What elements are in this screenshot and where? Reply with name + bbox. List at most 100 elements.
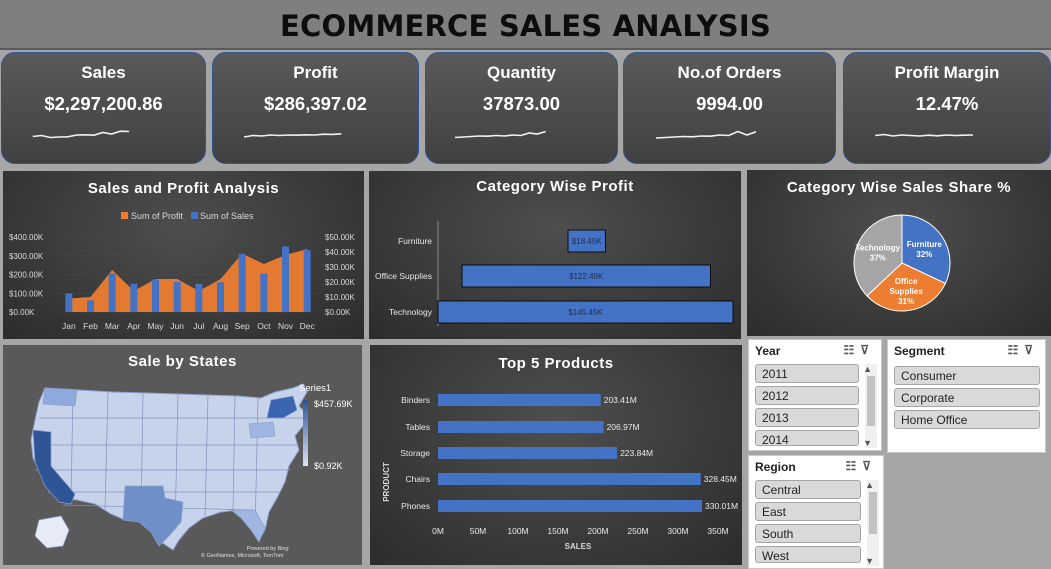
slicer-item-corporate[interactable]: Corporate xyxy=(894,388,1040,407)
slicer-item-south[interactable]: South xyxy=(755,524,861,543)
slicer-item-west[interactable]: West xyxy=(755,546,861,563)
slicer-item-east[interactable]: East xyxy=(755,502,861,521)
category-tick-label: Office Supplies xyxy=(375,271,432,281)
segment-slicer[interactable]: Segment ☷⊽ Consumer Corporate Home Offic… xyxy=(887,339,1046,453)
y-right-tick-label: $20.00K xyxy=(325,278,355,287)
kpi-sparkline xyxy=(243,133,342,138)
sales-bar[interactable] xyxy=(65,293,73,312)
sales-bar[interactable] xyxy=(238,253,246,312)
product-bar[interactable] xyxy=(438,447,618,459)
product-bar[interactable] xyxy=(438,394,601,406)
y-right-tick-label: $50.00K xyxy=(325,233,355,242)
slicer-header: Region ☷⊽ xyxy=(749,456,883,478)
top-products-chart: 203.41M Binders 206.97M Tables 223.84M Storag… xyxy=(382,394,738,551)
region-slicer-scrollbar[interactable]: ▲ ▼ xyxy=(865,480,879,566)
multi-select-icon[interactable]: ☷ xyxy=(1007,343,1024,357)
region-slicer[interactable]: Region ☷⊽ Central East South West ▲ ▼ xyxy=(748,455,884,569)
x-tick-label: Dec xyxy=(300,321,316,331)
x-tick-label: Sep xyxy=(235,321,250,331)
scrollbar-thumb[interactable] xyxy=(869,492,877,534)
slicer-item-2012[interactable]: 2012 xyxy=(755,386,859,405)
scroll-up-icon[interactable]: ▲ xyxy=(865,480,874,490)
product-tick-label: Chairs xyxy=(405,474,430,484)
bar-data-label: 203.41M xyxy=(604,395,637,405)
state-washington-shape xyxy=(42,387,78,407)
y-left-tick-label: $0.00K xyxy=(9,308,35,317)
legend-label-sales: Sum of Sales xyxy=(200,211,254,221)
slicer-item-central[interactable]: Central xyxy=(755,480,861,499)
slicer-item-2014[interactable]: 2014 xyxy=(755,430,859,447)
sales-bar[interactable] xyxy=(130,283,138,312)
product-bar[interactable] xyxy=(438,500,703,512)
scroll-down-icon[interactable]: ▼ xyxy=(863,438,872,448)
legend-swatch-sales xyxy=(191,212,198,219)
x-tick-label: 150M xyxy=(547,526,568,536)
multi-select-icon[interactable]: ☷ xyxy=(843,343,860,357)
category-tick-label: Furniture xyxy=(398,236,432,246)
slicer-item-2011[interactable]: 2011 xyxy=(755,364,859,383)
year-slicer-scrollbar[interactable]: ▲ ▼ xyxy=(863,364,877,448)
scroll-up-icon[interactable]: ▲ xyxy=(863,364,872,374)
y-right-tick-label: $40.00K xyxy=(325,248,355,257)
clear-filter-icon[interactable]: ⊽ xyxy=(862,459,877,473)
scrollbar-thumb[interactable] xyxy=(867,376,875,426)
sales-bar[interactable] xyxy=(282,246,289,312)
sales-bar[interactable] xyxy=(108,273,116,312)
slicer-header: Year ☷⊽ xyxy=(749,340,881,362)
product-bar[interactable] xyxy=(438,473,701,485)
slicer-title: Segment xyxy=(894,344,945,358)
sales-bar[interactable] xyxy=(87,300,94,312)
sparkline-path xyxy=(243,133,342,138)
legend-swatch-profit xyxy=(121,212,128,219)
kpi-card-quantity: Quantity 37873.00 xyxy=(425,52,618,164)
kpi-value: $286,397.02 xyxy=(264,93,367,114)
scroll-down-icon[interactable]: ▼ xyxy=(865,556,874,566)
y-right-tick-label: $30.00K xyxy=(325,263,355,272)
sales-bar[interactable] xyxy=(195,283,203,312)
map-credit-bing: Powered by Bing xyxy=(247,546,289,552)
chart-title: Category Wise Profit xyxy=(476,178,634,195)
pie-percent-label: 31% xyxy=(898,297,914,306)
sales-profit-chart: Sum of Profit Sum of Sales $400.00K $300.… xyxy=(9,211,355,331)
sales-bar[interactable] xyxy=(152,279,159,312)
multi-select-icon[interactable]: ☷ xyxy=(845,459,862,473)
legend-label-profit: Sum of Profit xyxy=(131,211,184,221)
chart-title: Sale by States xyxy=(128,353,237,370)
slicer-item-2013[interactable]: 2013 xyxy=(755,408,859,427)
top-products-chart-panel[interactable]: Top 5 Products 203.41M Binders 206.97M Tabl… xyxy=(370,345,742,565)
kpi-value: 9994.00 xyxy=(696,93,763,114)
x-tick-label: 0M xyxy=(432,526,444,536)
y-right-tick-label: $10.00K xyxy=(325,293,355,302)
pie-category-label: Supplies xyxy=(889,287,923,296)
dashboard-title-bar: ECOMMERCE SALES ANALYSIS xyxy=(0,0,1051,50)
slicer-item-home-office[interactable]: Home Office xyxy=(894,410,1040,429)
pie-category-label: Technology xyxy=(856,244,901,253)
sales-bar[interactable] xyxy=(173,282,181,312)
product-bar[interactable] xyxy=(438,421,604,433)
x-tick-label: Oct xyxy=(257,321,271,331)
x-tick-label: Aug xyxy=(213,321,228,331)
map-legend-max: $457.69K xyxy=(314,399,353,409)
y-left-tick-label: $200.00K xyxy=(9,271,44,280)
product-tick-label: Tables xyxy=(405,422,430,432)
x-tick-label: Jul xyxy=(193,321,204,331)
sales-bar[interactable] xyxy=(217,282,224,312)
chart-title: Category Wise Sales Share % xyxy=(786,179,1012,196)
category-profit-chart-panel[interactable]: Category Wise Profit $18.45K Furniture $12… xyxy=(369,171,741,339)
kpi-label: Sales xyxy=(81,63,126,82)
clear-filter-icon[interactable]: ⊽ xyxy=(860,343,875,357)
states-map-panel[interactable]: Sale by States Series1 $457.69K $0.92K P… xyxy=(3,345,362,565)
slicer-item-consumer[interactable]: Consumer xyxy=(894,366,1040,385)
sales-share-pie: Furniture32% OfficeSupplies31% Technology3… xyxy=(853,214,951,312)
sales-profit-chart-panel[interactable]: Sales and Profit Analysis Sum of Profit … xyxy=(3,171,364,339)
axis-label-sales: SALES xyxy=(565,542,592,551)
map-credit-geonames: © GeoNames, Microsoft, TomTom xyxy=(201,552,284,559)
year-slicer[interactable]: Year ☷⊽ 2011 2012 2013 2014 ▲ ▼ xyxy=(748,339,882,451)
chart-title: Top 5 Products xyxy=(498,355,614,372)
sales-share-chart-panel[interactable]: Category Wise Sales Share % Furniture 32%… xyxy=(747,170,1051,336)
clear-filter-icon[interactable]: ⊽ xyxy=(1024,343,1039,357)
x-tick-label: 200M xyxy=(587,526,608,536)
kpi-card-orders: No.of Orders 9994.00 xyxy=(623,52,836,164)
sales-bar[interactable] xyxy=(260,273,268,312)
sales-bar[interactable] xyxy=(303,250,311,312)
